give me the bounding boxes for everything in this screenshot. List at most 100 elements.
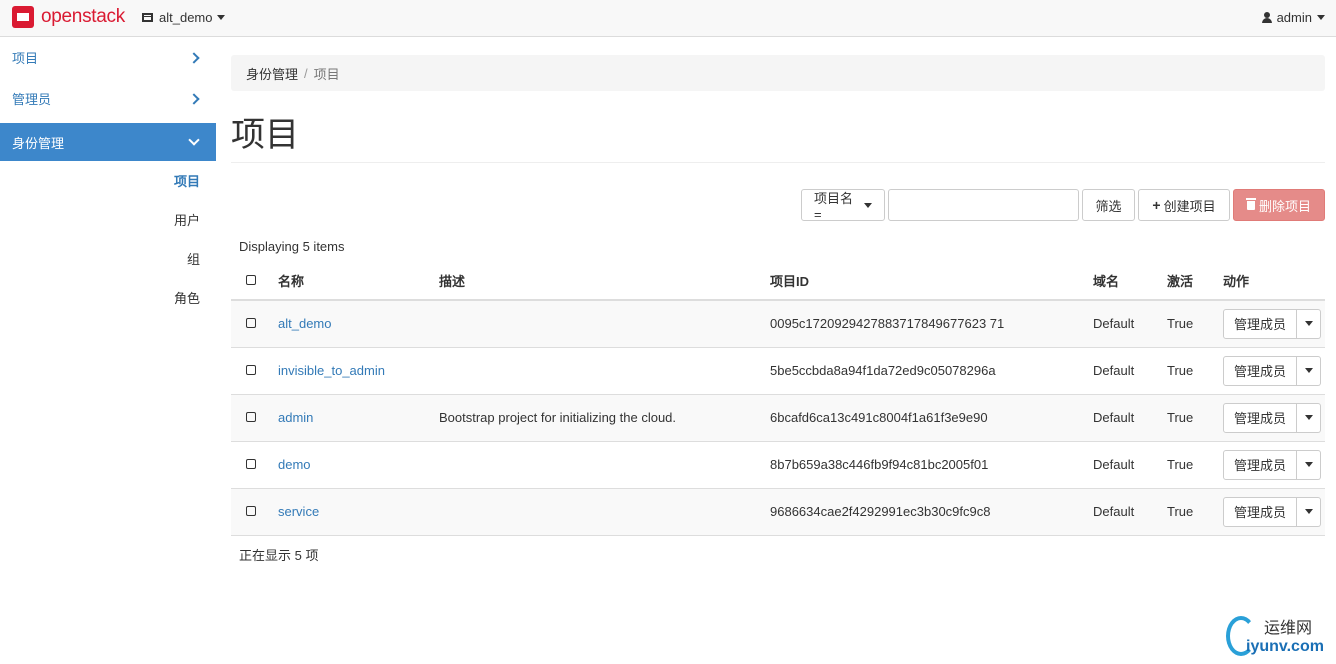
row-actions-cell: 管理成员	[1223, 394, 1325, 442]
row-checkbox[interactable]	[246, 459, 256, 469]
row-select-cell	[231, 441, 278, 489]
column-header-description[interactable]: 描述	[439, 262, 770, 301]
manage-members-button[interactable]: 管理成员	[1223, 496, 1298, 527]
table-row: service 9686634cae2f4292991ec3b30c9fc9c8 D…	[231, 488, 1325, 536]
sidebar-item-label: 用户	[173, 213, 200, 228]
row-checkbox[interactable]	[246, 412, 256, 422]
row-actions-cell: 管理成员	[1223, 347, 1325, 395]
filter-search-input[interactable]	[888, 189, 1079, 221]
manage-members-button[interactable]: 管理成员	[1223, 402, 1298, 433]
project-name-link[interactable]: invisible_to_admin	[278, 363, 385, 378]
project-name-cell: alt_demo	[278, 300, 439, 348]
project-name-link[interactable]: demo	[278, 457, 311, 472]
column-header-enabled[interactable]: 激活	[1167, 262, 1223, 301]
breadcrumb-separator: /	[304, 65, 308, 81]
delete-projects-button[interactable]: 删除项目	[1233, 189, 1325, 221]
sidebar-item-users[interactable]: 用户	[0, 200, 216, 239]
row-checkbox[interactable]	[246, 506, 256, 516]
sidebar-item-roles[interactable]: 角色	[0, 278, 216, 317]
project-name-link[interactable]: service	[278, 504, 319, 519]
row-select-cell	[231, 488, 278, 536]
row-action-group: 管理成员	[1223, 308, 1325, 339]
breadcrumb: 身份管理 / 项目	[231, 55, 1325, 91]
project-folder-icon	[142, 13, 153, 22]
row-select-cell	[231, 394, 278, 442]
column-header-domain[interactable]: 域名	[1093, 262, 1167, 301]
projects-table: 名称 描述 项目ID 域名 激活 动作 alt_demo 0095c1720929…	[231, 262, 1325, 536]
row-actions-dropdown[interactable]	[1297, 449, 1322, 480]
row-action-group: 管理成员	[1223, 402, 1325, 433]
openstack-logo-icon	[12, 6, 34, 28]
row-actions-dropdown[interactable]	[1297, 308, 1322, 339]
create-project-button[interactable]: + 创建项目	[1138, 189, 1230, 221]
chevron-down-icon	[188, 134, 200, 146]
column-header-actions: 动作	[1223, 262, 1325, 301]
select-all-checkbox[interactable]	[246, 275, 256, 285]
sidebar-section-label: 管理员	[12, 92, 52, 107]
project-id: 5be5ccbda8a94f1da72ed9c05078296a	[770, 347, 1093, 395]
table-row: admin Bootstrap project for initializing …	[231, 394, 1325, 442]
caret-down-icon	[1304, 321, 1313, 327]
table-header-row: 名称 描述 项目ID 域名 激活 动作	[231, 262, 1325, 301]
sidebar-section-admin[interactable]: 管理员	[0, 78, 216, 119]
filter-field-label: 项目名=	[814, 191, 854, 222]
project-description	[439, 488, 770, 536]
delete-projects-label: 删除项目	[1258, 198, 1311, 214]
caret-down-icon	[1304, 509, 1313, 514]
plus-icon: +	[1152, 197, 1161, 213]
trash-icon	[1245, 197, 1256, 210]
project-enabled: True	[1167, 394, 1223, 442]
create-project-label: 创建项目	[1163, 198, 1216, 214]
filter-field-dropdown[interactable]: 项目名=	[801, 189, 885, 222]
breadcrumb-parent[interactable]: 身份管理	[246, 64, 298, 83]
watermark-title: 运维网	[1264, 620, 1313, 637]
manage-members-button[interactable]: 管理成员	[1223, 308, 1298, 339]
filter-button[interactable]: 筛选	[1082, 189, 1135, 221]
table-row: demo 8b7b659a38c446fb9f94c81bc2005f01 Defa…	[231, 441, 1325, 489]
openstack-logo[interactable]: openstack	[12, 6, 125, 28]
caret-down-icon	[1304, 368, 1313, 373]
project-enabled: True	[1167, 347, 1223, 395]
row-actions-cell: 管理成员	[1223, 300, 1325, 348]
sidebar-section-label: 身份管理	[12, 135, 65, 151]
project-switcher[interactable]: alt_demo	[142, 10, 226, 25]
user-icon	[1261, 12, 1272, 23]
manage-members-button[interactable]: 管理成员	[1223, 355, 1298, 386]
sidebar-section-project[interactable]: 项目	[0, 37, 216, 78]
sidebar-item-label: 组	[186, 252, 200, 267]
project-enabled: True	[1167, 488, 1223, 536]
user-menu[interactable]: admin	[1261, 10, 1325, 25]
project-id: 6bcafd6ca13c491c8004f1a61f3e9e90	[770, 394, 1093, 442]
row-action-group: 管理成员	[1223, 449, 1325, 480]
manage-members-button[interactable]: 管理成员	[1223, 449, 1298, 480]
title-divider	[231, 162, 1325, 163]
project-domain: Default	[1093, 394, 1167, 442]
row-action-group: 管理成员	[1223, 496, 1325, 527]
project-name-cell: admin	[278, 394, 439, 442]
row-select-cell	[231, 347, 278, 395]
column-header-name[interactable]: 名称	[278, 262, 439, 301]
sidebar-item-projects[interactable]: 项目	[0, 161, 216, 200]
row-actions-dropdown[interactable]	[1297, 355, 1322, 386]
column-header-project-id[interactable]: 项目ID	[770, 262, 1093, 301]
sidebar-item-groups[interactable]: 组	[0, 239, 216, 278]
project-name-link[interactable]: admin	[278, 410, 313, 425]
row-select-cell	[231, 300, 278, 348]
brand-name: openstack	[41, 6, 125, 27]
project-description	[439, 300, 770, 348]
select-all-cell	[231, 262, 278, 301]
row-actions-dropdown[interactable]	[1297, 402, 1322, 433]
row-actions-dropdown[interactable]	[1297, 496, 1322, 527]
row-checkbox[interactable]	[246, 318, 256, 329]
item-count-bottom: 正在显示 5 项	[239, 548, 319, 563]
row-actions-cell: 管理成员	[1223, 441, 1325, 489]
chevron-right-icon	[188, 51, 200, 64]
row-checkbox[interactable]	[246, 365, 256, 375]
project-description	[439, 347, 770, 395]
project-name-link[interactable]: alt_demo	[278, 316, 331, 331]
table-row: alt_demo 0095c1720929427883717849677623 7…	[231, 300, 1325, 348]
sidebar-section-identity[interactable]: 身份管理	[0, 123, 216, 161]
top-navbar: openstack alt_demo admin	[0, 0, 1336, 37]
project-name-cell: demo	[278, 441, 439, 489]
breadcrumb-current: 项目	[313, 66, 340, 82]
